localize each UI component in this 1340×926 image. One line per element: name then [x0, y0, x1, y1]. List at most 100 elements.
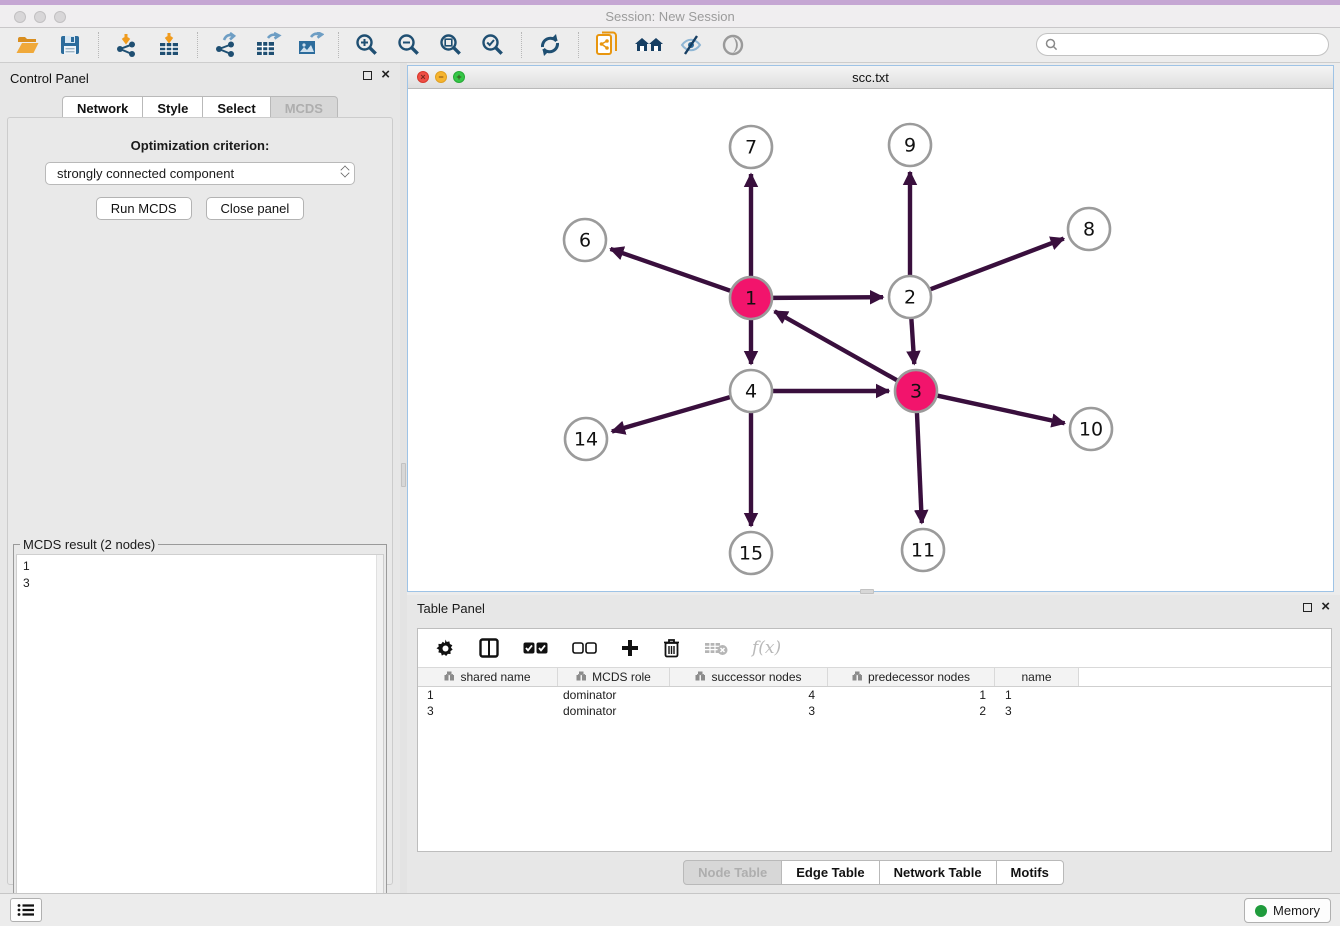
column-header-MCDS-role[interactable]: MCDS role [558, 668, 670, 686]
memory-label: Memory [1273, 903, 1320, 918]
zoom-in-icon[interactable] [351, 31, 383, 59]
table-cell[interactable]: 2 [828, 703, 995, 719]
column-header-predecessor-nodes[interactable]: predecessor nodes [828, 668, 995, 686]
float-panel-icon[interactable] [1303, 603, 1312, 612]
graph-node-10[interactable]: 10 [1070, 408, 1112, 450]
column-header-name[interactable]: name [995, 668, 1079, 686]
horizontal-splitter-grip[interactable] [860, 589, 874, 594]
mcds-result-group: MCDS result (2 nodes) 13 [13, 544, 387, 924]
gear-icon[interactable] [436, 639, 455, 658]
search-field[interactable] [1036, 33, 1329, 56]
table-cell[interactable]: 4 [670, 687, 828, 703]
edge-3-10[interactable] [937, 395, 1065, 423]
node-label: 3 [910, 381, 922, 403]
mcds-result-title: MCDS result (2 nodes) [20, 537, 158, 552]
function-builder-icon[interactable]: f(x) [752, 638, 781, 658]
table-cell[interactable]: 3 [418, 703, 558, 719]
table-cell[interactable]: 3 [670, 703, 828, 719]
splitter-grip[interactable] [401, 463, 406, 487]
deselect-all-icon[interactable] [572, 642, 597, 654]
column-header-label: MCDS role [592, 670, 651, 684]
table-row[interactable]: 3dominator323 [418, 703, 1331, 719]
edge-1-6[interactable] [610, 249, 731, 291]
import-network-icon[interactable] [111, 31, 143, 59]
table-header-row: shared name MCDS role successor nodes prede… [418, 667, 1331, 687]
close-panel-icon[interactable]: × [1321, 602, 1330, 612]
select-all-icon[interactable] [523, 642, 548, 654]
save-session-icon[interactable] [54, 31, 86, 59]
graph-node-3[interactable]: 3 [895, 370, 937, 412]
memory-button[interactable]: Memory [1244, 898, 1331, 923]
table-cell[interactable]: 3 [995, 703, 1079, 719]
column-header-label: predecessor nodes [868, 670, 970, 684]
search-input[interactable] [1063, 38, 1320, 52]
table-toolbar: f(x) [418, 629, 1331, 667]
graph-node-8[interactable]: 8 [1068, 208, 1110, 250]
column-type-icon [576, 670, 587, 684]
column-header-label: name [1021, 670, 1051, 684]
table-cell[interactable]: 1 [828, 687, 995, 703]
optimization-criterion-dropdown[interactable]: strongly connected component [45, 162, 355, 185]
graph-node-9[interactable]: 9 [889, 124, 931, 166]
table-cell[interactable]: 1 [418, 687, 558, 703]
node-label: 11 [911, 540, 935, 562]
table-cell[interactable]: dominator [558, 687, 670, 703]
column-header-label: successor nodes [711, 670, 801, 684]
graph-node-11[interactable]: 11 [902, 529, 944, 571]
graph-node-6[interactable]: 6 [564, 219, 606, 261]
export-image-icon[interactable] [294, 31, 326, 59]
node-label: 10 [1079, 419, 1103, 441]
tab-motifs[interactable]: Motifs [997, 860, 1064, 885]
network-canvas[interactable]: 7 9 6 8 1 2 4 3 14 10 15 11 [408, 89, 1333, 591]
zoom-selected-icon[interactable] [477, 31, 509, 59]
table-row[interactable]: 1dominator411 [418, 687, 1331, 703]
open-file-icon[interactable] [12, 31, 44, 59]
delete-column-icon[interactable] [663, 638, 680, 658]
delete-table-icon[interactable] [704, 640, 728, 656]
task-history-button[interactable] [10, 898, 42, 922]
edge-2-3[interactable] [911, 318, 914, 364]
column-pane-icon[interactable] [479, 638, 499, 658]
export-table-icon[interactable] [252, 31, 284, 59]
edge-3-11[interactable] [917, 412, 922, 523]
edge-3-1[interactable] [775, 311, 898, 380]
add-column-icon[interactable] [621, 639, 639, 657]
result-scrollbar[interactable] [376, 555, 383, 920]
float-panel-icon[interactable] [363, 71, 372, 80]
eye-icon[interactable] [717, 31, 749, 59]
mcds-result-textarea[interactable]: 13 [16, 554, 384, 921]
edge-2-8[interactable] [930, 239, 1064, 290]
graph-node-4[interactable]: 4 [730, 370, 772, 412]
table-cell[interactable]: 1 [995, 687, 1079, 703]
edge-4-14[interactable] [612, 397, 731, 432]
table-cell[interactable]: dominator [558, 703, 670, 719]
double-home-icon[interactable] [633, 31, 665, 59]
column-header-shared-name[interactable]: shared name [418, 668, 558, 686]
tab-edge-table[interactable]: Edge Table [782, 860, 879, 885]
zoom-fit-icon[interactable] [435, 31, 467, 59]
column-header-successor-nodes[interactable]: successor nodes [670, 668, 828, 686]
close-panel-button[interactable]: Close panel [206, 197, 305, 220]
tab-node-table[interactable]: Node Table [683, 860, 782, 885]
network-window-titlebar[interactable]: × − + scc.txt [408, 66, 1333, 89]
graph-node-1[interactable]: 1 [730, 277, 772, 319]
graph-node-15[interactable]: 15 [730, 532, 772, 574]
export-network-icon[interactable] [210, 31, 242, 59]
network-view-window: × − + scc.txt 7 9 6 8 1 2 4 3 14 10 15 11 [407, 65, 1334, 592]
clone-network-icon[interactable] [591, 31, 623, 59]
app-titlebar: Session: New Session [0, 0, 1340, 28]
edge-1-2[interactable] [772, 297, 883, 298]
hide-eye-icon[interactable] [675, 31, 707, 59]
apply-layout-icon[interactable] [534, 31, 566, 59]
zoom-out-icon[interactable] [393, 31, 425, 59]
graph-node-14[interactable]: 14 [565, 418, 607, 460]
main-toolbar [0, 28, 1340, 63]
run-mcds-button[interactable]: Run MCDS [96, 197, 192, 220]
tab-network-table[interactable]: Network Table [880, 860, 997, 885]
vertical-splitter[interactable] [400, 63, 407, 893]
close-panel-icon[interactable]: × [381, 70, 390, 80]
graph-node-7[interactable]: 7 [730, 126, 772, 168]
node-label: 15 [739, 543, 763, 565]
graph-node-2[interactable]: 2 [889, 276, 931, 318]
import-table-icon[interactable] [153, 31, 185, 59]
